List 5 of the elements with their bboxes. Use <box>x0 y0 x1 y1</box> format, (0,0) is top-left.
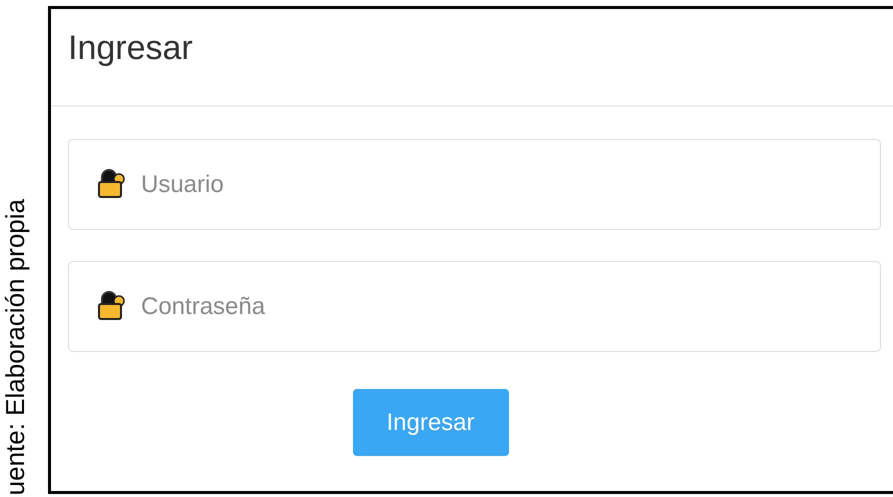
figure-caption: uente: Elaboración propia <box>0 198 31 495</box>
username-field[interactable]: Usuario <box>68 139 881 230</box>
password-field[interactable]: Contraseña <box>68 261 881 352</box>
panel-title: Ingresar <box>68 29 193 68</box>
login-button[interactable]: Ingresar <box>352 389 508 456</box>
